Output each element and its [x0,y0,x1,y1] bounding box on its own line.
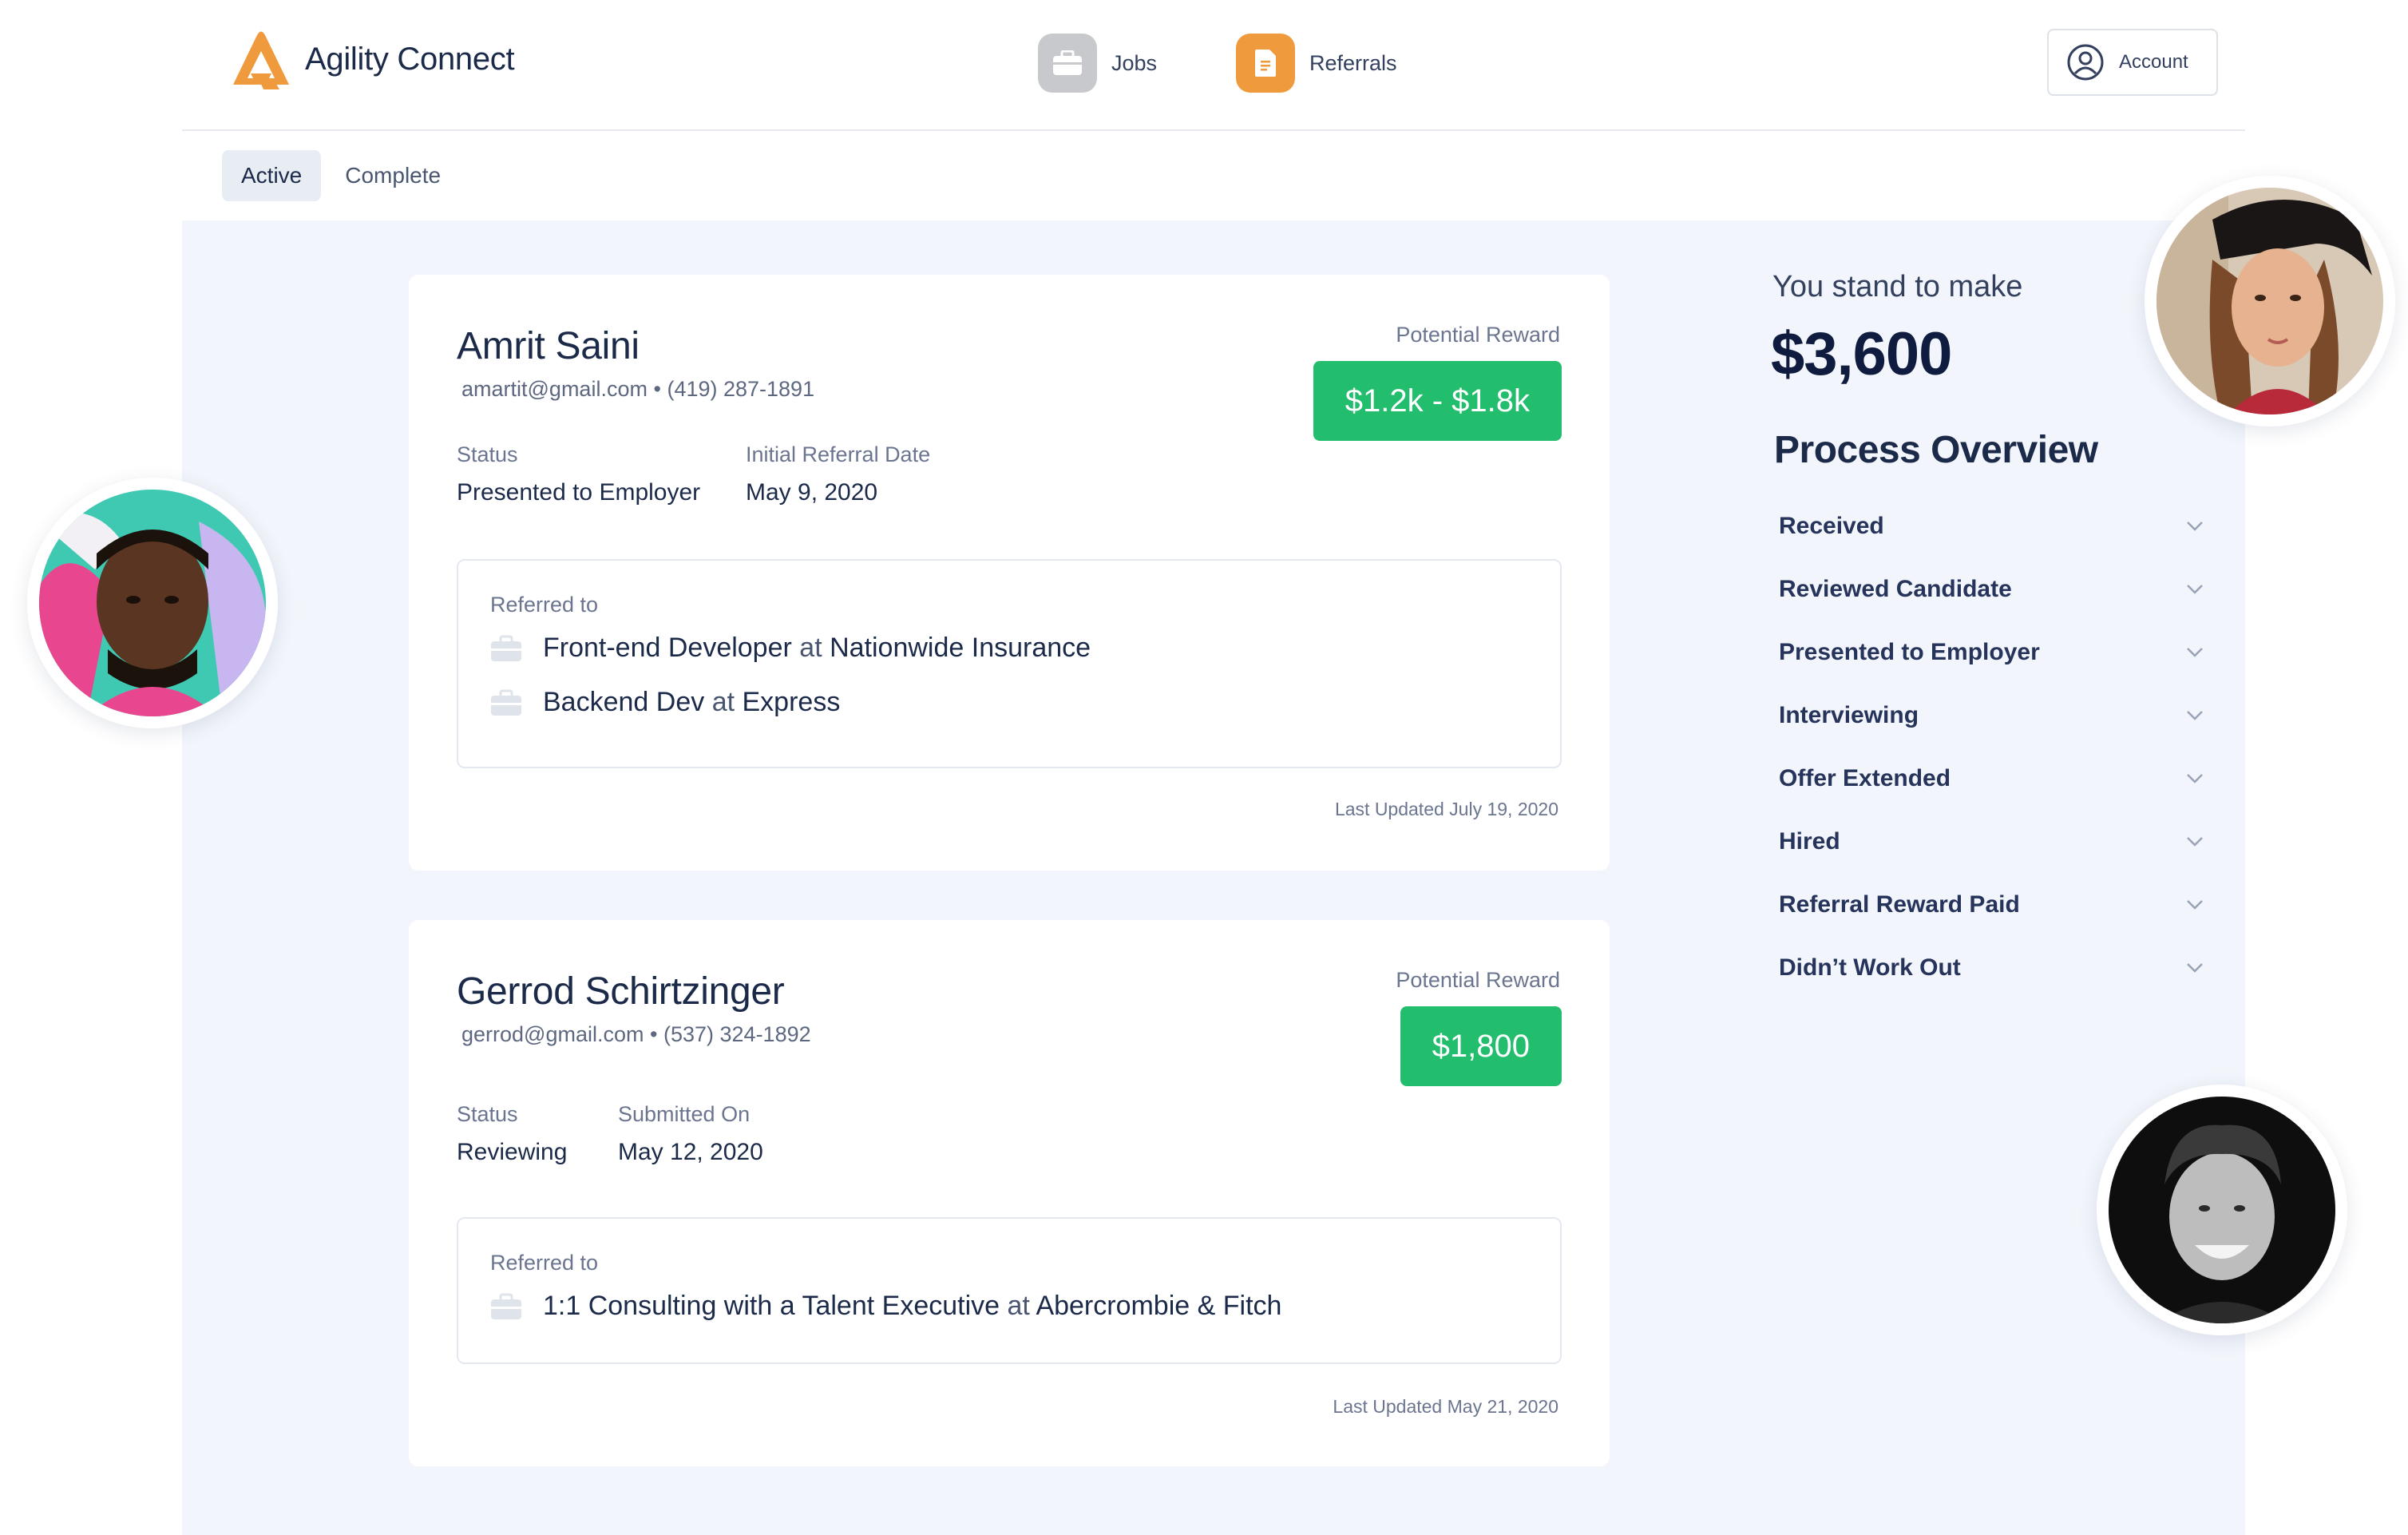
referral-date-label: Initial Referral Date [746,442,931,466]
referred-job-text: 1:1 Consulting with a Talent Executive a… [543,1291,1281,1322]
briefcase-icon [491,1293,521,1319]
top-header: Agility Connect Jobs Referrals Account [182,0,2245,131]
candidate-name: Amrit Saini [457,325,640,367]
stage-label: Interviewing [1779,702,1919,728]
job-company: Nationwide Insurance [830,633,1091,663]
referral-card[interactable]: Amrit Saini amartit@gmail.com • (419) 28… [409,275,1610,871]
chevron-down-icon [2187,774,2203,783]
stage-label: Hired [1779,828,1840,855]
job-at: at [1007,1291,1030,1321]
nav-referrals-label: Referrals [1309,50,1397,75]
stage-label: Presented to Employer [1779,639,2040,665]
chevron-down-icon [2187,522,2203,531]
chevron-down-icon [2187,900,2203,910]
stage-offer-extended[interactable]: Offer Extended [1779,765,2204,792]
account-label: Account [2119,51,2188,73]
reward-badge: $1.2k - $1.8k [1313,361,1562,441]
referred-job-item[interactable]: Front-end Developer at Nationwide Insura… [490,633,1091,664]
avatar [2145,176,2395,426]
referred-to-box: Referred to 1:1 Consulting with a Talent… [457,1217,1562,1364]
candidate-name: Gerrod Schirtzinger [457,970,785,1013]
earnings-amount: $3,600 [1771,320,1952,388]
avatar [27,478,278,728]
stage-referral-reward-paid[interactable]: Referral Reward Paid [1779,891,2204,918]
job-role: Backend Dev [543,687,705,717]
status-tabs: Active Complete [222,150,465,201]
candidate-phone: (537) 324-1892 [663,1022,811,1046]
job-at: at [799,633,822,663]
reward-label: Potential Reward [1396,968,1560,992]
chevron-down-icon [2187,585,2203,594]
candidate-contact: amartit@gmail.com • (419) 287-1891 [461,377,814,402]
person-photo-icon [39,490,266,716]
referred-to-box: Referred to Front-end Developer at Natio… [457,559,1562,768]
avatar [2097,1085,2347,1335]
stage-label: Offer Extended [1779,765,1951,791]
chevron-down-icon [2187,963,2203,973]
status-value: Presented to Employer [457,479,701,506]
referred-to-label: Referred to [490,593,599,617]
referred-job-item[interactable]: Backend Dev at Express [490,687,840,718]
reward-label: Potential Reward [1396,323,1560,347]
reward-badge: $1,800 [1400,1006,1562,1086]
candidate-email: gerrod@gmail.com [461,1022,644,1046]
brand-logo[interactable]: Agility Connect [227,29,515,89]
stage-label: Reviewed Candidate [1779,576,2012,602]
job-company: Abercrombie & Fitch [1036,1291,1282,1321]
job-role: 1:1 Consulting with a Talent Executive [543,1291,1000,1321]
stage-label: Received [1779,513,1884,539]
contact-separator: • [653,377,661,401]
agility-logo-icon [233,31,289,89]
briefcase-icon [491,689,521,716]
stage-reviewed-candidate[interactable]: Reviewed Candidate [1779,576,2204,603]
process-overview-title: Process Overview [1774,429,2098,471]
person-photo-icon [2157,188,2383,414]
contact-separator: • [650,1022,658,1046]
referral-date-value: May 9, 2020 [746,479,878,506]
nav-referrals[interactable]: Referrals [1236,34,1397,93]
chevron-down-icon [2187,711,2203,720]
job-company: Express [742,687,841,717]
job-at: at [711,687,735,717]
last-updated: Last Updated May 21, 2020 [1333,1396,1558,1417]
referred-to-label: Referred to [490,1251,599,1275]
nav-jobs-label: Jobs [1111,50,1158,75]
referral-card[interactable]: Gerrod Schirtzinger gerrod@gmail.com • (… [409,920,1610,1466]
user-circle-icon [2067,44,2104,81]
job-role: Front-end Developer [543,633,792,663]
account-button[interactable]: Account [2047,29,2218,96]
submitted-on-label: Submitted On [618,1102,751,1126]
status-label: Status [457,442,518,466]
stage-didnt-work-out[interactable]: Didn’t Work Out [1779,954,2204,982]
stage-label: Referral Reward Paid [1779,891,2020,918]
person-photo-icon [2109,1097,2335,1323]
stage-received[interactable]: Received [1779,513,2204,540]
chevron-down-icon [2187,837,2203,847]
submitted-on-value: May 12, 2020 [618,1139,763,1165]
briefcase-icon [1038,34,1097,93]
status-value: Reviewing [457,1139,568,1165]
referred-job-item[interactable]: 1:1 Consulting with a Talent Executive a… [490,1291,1281,1322]
last-updated: Last Updated July 19, 2020 [1334,799,1558,819]
stage-label: Didn’t Work Out [1779,954,1961,981]
referred-job-text: Backend Dev at Express [543,687,840,718]
briefcase-icon [491,635,521,661]
earnings-label: You stand to make [1772,270,2023,303]
document-icon [1236,34,1295,93]
candidate-email: amartit@gmail.com [461,377,648,401]
tab-complete[interactable]: Complete [326,150,460,201]
stage-interviewing[interactable]: Interviewing [1779,702,2204,729]
stage-presented-to-employer[interactable]: Presented to Employer [1779,639,2204,666]
status-label: Status [457,1102,518,1126]
nav-jobs[interactable]: Jobs [1038,34,1157,93]
candidate-contact: gerrod@gmail.com • (537) 324-1892 [461,1022,811,1047]
chevron-down-icon [2187,648,2203,657]
candidate-phone: (419) 287-1891 [667,377,815,401]
referred-job-text: Front-end Developer at Nationwide Insura… [543,633,1091,664]
tab-active[interactable]: Active [222,150,322,201]
stage-hired[interactable]: Hired [1779,828,2204,855]
brand-name: Agility Connect [305,41,515,77]
